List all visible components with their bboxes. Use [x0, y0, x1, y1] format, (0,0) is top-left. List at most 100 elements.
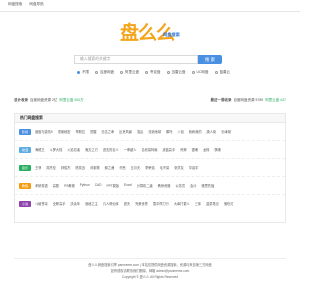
keyword-link[interactable]: PS教程	[64, 183, 75, 188]
keyword-link[interactable]: 诡秘之主	[85, 201, 98, 206]
keyword-link[interactable]: 许嵩	[119, 165, 125, 170]
filter-option[interactable]: UC网盘	[191, 70, 209, 75]
filter-option[interactable]: 夸克盘	[145, 70, 161, 75]
nav-link-directory[interactable]: 网盘导航	[29, 2, 43, 6]
category-tag[interactable]: 动漫	[19, 146, 31, 153]
radio-icon	[214, 71, 218, 74]
radio-icon	[95, 71, 98, 74]
keyword-link[interactable]: 计算机二级	[137, 183, 153, 188]
keyword-link[interactable]: 李荣浩	[145, 165, 155, 170]
keyword-link[interactable]: 教师资格	[158, 183, 171, 188]
keyword-link[interactable]: 会计	[190, 183, 196, 188]
top-divider	[0, 11, 300, 12]
keyword-link[interactable]: 盗墓笔记	[206, 201, 219, 206]
keyword-link[interactable]: 海贼王	[35, 147, 45, 152]
keyword-link[interactable]: 周杰伦	[46, 165, 56, 170]
keyword-link[interactable]: 雅思托福	[201, 183, 214, 188]
keyword-link[interactable]: 华晨宇	[189, 165, 199, 170]
keyword-link[interactable]: 死神	[180, 147, 186, 152]
keyword-list: 王菲 周杰伦 林俊杰 陈奕迅 邓紫棋 薛之谦 许嵩 五月天 李荣浩 毛不易 张学友 华晨宇	[35, 165, 285, 170]
keyword-link[interactable]: 鬼灭之刃	[85, 147, 98, 152]
radio-icon	[120, 71, 123, 74]
keyword-link[interactable]: 唐人街	[207, 129, 217, 134]
keyword-link[interactable]: 进击的巨人	[103, 147, 119, 152]
hot-search-title: 热门网盘搜索	[15, 114, 285, 123]
filter-option[interactable]: 不限	[77, 70, 89, 75]
keyword-link[interactable]: 三体	[195, 201, 201, 206]
logo-subtitle: 网盘搜索	[163, 32, 180, 37]
hot-row: 教程 考研英语 高数 PS教程 Python CAD PPT模板 Excel 计算机二级 教师资格…	[15, 177, 285, 195]
site-logo[interactable]: 盘么么 网盘搜索	[120, 22, 182, 44]
keyword-link[interactable]: 林俊杰	[61, 165, 71, 170]
filter-option[interactable]: 百度网盘	[95, 70, 114, 75]
keyword-link[interactable]: 长津湖	[221, 129, 231, 134]
keyword-link[interactable]: 混乱	[137, 129, 143, 134]
hot-row: 影视 速度与激情9 重案秘密 哥斯拉 觉醒 无名之辈 反贪风暴 混乱 流浪地球 哪吒 八佰 我和我的唐…	[15, 123, 285, 141]
keyword-link[interactable]: 五月天	[131, 165, 141, 170]
stats-week: 最近一周收录 百度网盘资源 5789 阿里云盘 437	[210, 97, 286, 102]
keyword-link[interactable]: 哥斯拉	[75, 129, 85, 134]
footer-copyright: Copyright © 盘么么 All Rights Reserved	[121, 275, 179, 279]
keyword-list: 考研英语 高数 PS教程 Python CAD PPT模板 Excel 计算机二级 教师资格 公务…	[35, 183, 285, 188]
keyword-link[interactable]: 高数	[53, 183, 59, 188]
hot-search-panel: 热门网盘搜索 影视 速度与激情9 重案秘密 哥斯拉 觉醒 无名之辈 反贪风暴 混乱 流浪地球 哪吒…	[14, 113, 286, 223]
keyword-link[interactable]: 凡人修仙传	[103, 201, 119, 206]
keyword-link[interactable]: 斗罗大陆	[50, 147, 63, 152]
keyword-link[interactable]: 王菲	[35, 165, 41, 170]
top-nav: 网盘搜索 网盘导航	[8, 2, 50, 7]
keyword-link[interactable]: 火影忍者	[67, 147, 80, 152]
hot-row: 动漫 海贼王 斗罗大陆 火影忍者 鬼灭之刃 进击的巨人 一拳超人 名侦探柯南 灌篮高手 死神 银魂龙…	[15, 141, 285, 159]
hot-row: 小说 斗破苍穹 全职高手 庆余年 诡秘之主 凡人修仙传 遮天 完美世界 雪中悍刀行 大奉打更人 三体…	[15, 195, 285, 212]
keyword-link[interactable]: 大奉打更人	[174, 201, 190, 206]
keyword-link[interactable]: 一拳超人	[124, 147, 137, 152]
keyword-link[interactable]: 哪吒	[166, 129, 172, 134]
keyword-link[interactable]: Excel	[124, 183, 132, 188]
keyword-link[interactable]: 公务员	[176, 183, 186, 188]
keyword-link[interactable]: 八佰	[177, 129, 183, 134]
keyword-link[interactable]: 我和我的	[189, 129, 202, 134]
keyword-link[interactable]: 全职高手	[53, 201, 66, 206]
keyword-link[interactable]: 觉醒	[90, 129, 96, 134]
keyword-link[interactable]: 棋魂	[214, 147, 220, 152]
category-tag[interactable]: 小说	[19, 200, 31, 207]
category-tag[interactable]: 教程	[19, 182, 31, 189]
keyword-link[interactable]: 速度与激情9	[35, 129, 53, 134]
keyword-link[interactable]: Python	[80, 183, 90, 188]
nav-link-search[interactable]: 网盘搜索	[8, 2, 22, 6]
category-tag[interactable]: 音乐	[19, 164, 31, 171]
keyword-link[interactable]: CAD	[95, 183, 102, 188]
keyword-link[interactable]: 银魂	[192, 147, 198, 152]
keyword-link[interactable]: 庆余年	[71, 201, 81, 206]
keyword-list: 速度与激情9 重案秘密 哥斯拉 觉醒 无名之辈 反贪风暴 混乱 流浪地球 哪吒 八佰 我和我的 唐人街…	[35, 129, 285, 134]
keyword-link[interactable]: 薛之谦	[105, 165, 115, 170]
keyword-link[interactable]: 灌篮高手	[162, 147, 175, 152]
keyword-link[interactable]: 邓紫棋	[90, 165, 100, 170]
keyword-link[interactable]: 毛不易	[160, 165, 170, 170]
keyword-link[interactable]: 雪中悍刀行	[153, 201, 169, 206]
keyword-link[interactable]: 遮天	[124, 201, 130, 206]
keyword-link[interactable]: 流浪地球	[148, 129, 161, 134]
keyword-link[interactable]: 无名之辈	[101, 129, 114, 134]
search-button[interactable]: 搜 索	[198, 55, 222, 64]
filter-option[interactable]: 迅雷云盘	[166, 70, 186, 75]
keyword-link[interactable]: 陈奕迅	[76, 165, 86, 170]
stats-total: 总计收录 百度网盘资源 2亿 阿里云盘 300万	[14, 97, 84, 102]
keyword-link[interactable]: 反贪风暴	[119, 129, 132, 134]
search-input[interactable]: 输入搜索的关键字	[74, 55, 198, 64]
keyword-link[interactable]: 龙珠	[203, 147, 209, 152]
stats-bar: 总计收录 百度网盘资源 2亿 阿里云盘 300万 最近一周收录 百度网盘资源 5…	[14, 95, 286, 105]
keyword-link[interactable]: 斗破苍穹	[35, 201, 48, 206]
keyword-link[interactable]: 名侦探柯南	[142, 147, 158, 152]
keyword-link[interactable]: 重案秘密	[58, 129, 71, 134]
keyword-link[interactable]: PPT模板	[106, 183, 119, 188]
footer-divider	[14, 258, 286, 259]
radio-selected-icon	[77, 71, 80, 74]
keyword-link[interactable]: 鬼吹灯	[224, 201, 234, 206]
keyword-link[interactable]: 张学友	[174, 165, 184, 170]
filter-option[interactable]: 阿里云盘	[120, 70, 139, 75]
keyword-link[interactable]: 考研英语	[35, 183, 48, 188]
filter-option[interactable]: 蓝奏云	[214, 70, 230, 75]
footer: 盘么么网盘搜索引擎 panmeme.com | 本站仅提供网盘资源搜索，资源均来…	[0, 262, 300, 280]
keyword-link[interactable]: 完美世界	[135, 201, 148, 206]
category-tag[interactable]: 影视	[19, 128, 31, 135]
